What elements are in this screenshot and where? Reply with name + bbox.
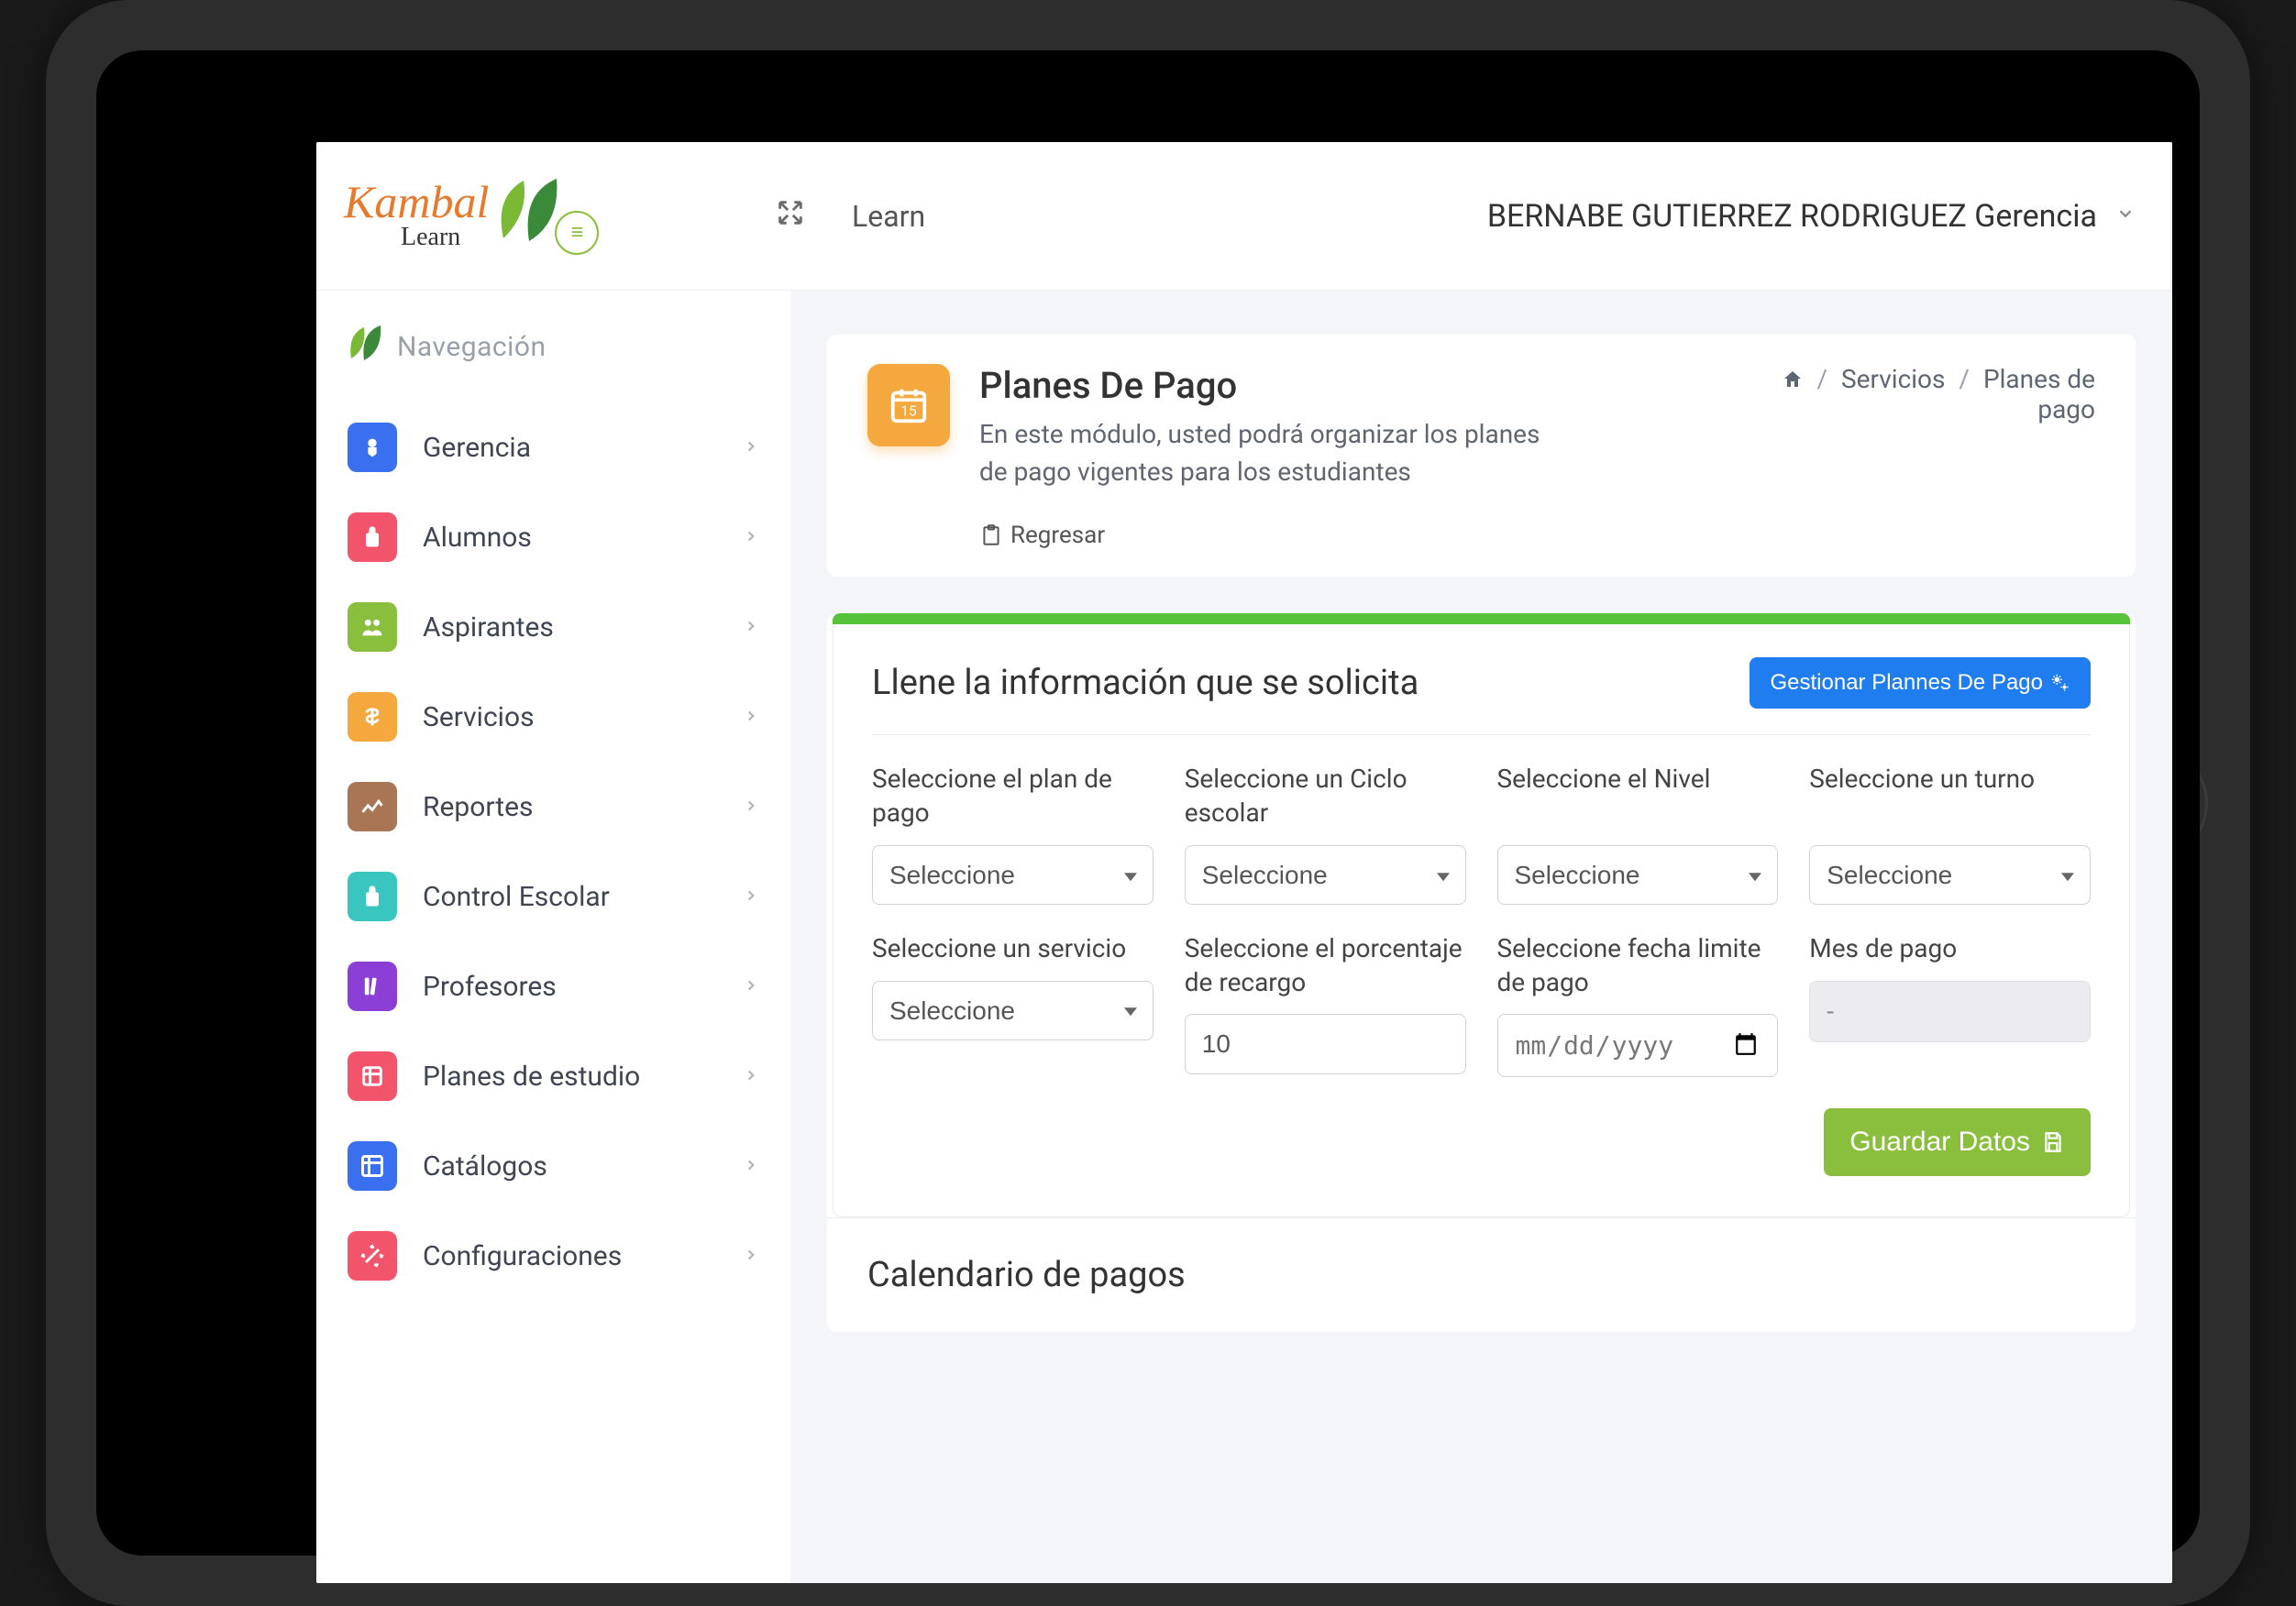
form-card: Llene la información que se solicita Ges…	[827, 613, 2136, 1332]
user-menu[interactable]: BERNABE GUTIERREZ RODRIGUEZ Gerencia	[1487, 198, 2136, 235]
sidebar-item-configuraciones[interactable]: Configuraciones	[335, 1211, 772, 1301]
nav-icon	[348, 1231, 397, 1281]
fecha-label: Seleccione fecha limite de pago	[1497, 932, 1779, 999]
save-button[interactable]: Guardar Datos	[1824, 1108, 2091, 1176]
sidebar-header: Navegación	[342, 322, 772, 371]
page-title: Planes De Pago	[979, 364, 1566, 407]
sidebar-item-profesores[interactable]: Profesores	[335, 941, 772, 1031]
gears-icon	[2050, 673, 2070, 693]
topbar: Kambal Learn ≡ Lear	[316, 142, 2172, 291]
form-title: Llene la información que se solicita	[872, 663, 1418, 703]
calendar-section-title: Calendario de pagos	[827, 1217, 2136, 1332]
plan-select[interactable]: Seleccione	[872, 845, 1154, 905]
sidebar-item-planes-de-estudio[interactable]: Planes de estudio	[335, 1031, 772, 1121]
chevron-down-icon	[2115, 204, 2136, 229]
sidebar-item-gerencia[interactable]: Gerencia	[335, 402, 772, 492]
clipboard-icon	[979, 523, 1003, 547]
nav-label: Planes de estudio	[423, 1061, 640, 1093]
chevron-right-icon	[743, 524, 759, 550]
recargo-label: Seleccione el porcentaje de recargo	[1185, 932, 1466, 999]
nav-label: Profesores	[423, 971, 557, 1003]
nav-icon	[348, 423, 397, 472]
page-subtitle: En este módulo, usted podrá organizar lo…	[979, 416, 1566, 490]
turno-label: Seleccione un turno	[1809, 763, 2091, 830]
nav-icon	[348, 692, 397, 742]
breadcrumb-home[interactable]	[1782, 364, 1810, 394]
nivel-label: Seleccione el Nivel	[1497, 763, 1779, 830]
brand-logo[interactable]: Kambal Learn ≡	[344, 173, 775, 259]
user-name: BERNABE GUTIERREZ RODRIGUEZ Gerencia	[1487, 198, 2097, 235]
hamburger-toggle-icon[interactable]: ≡	[555, 211, 599, 255]
chevron-right-icon	[743, 884, 759, 909]
sidebar-item-control-escolar[interactable]: Control Escolar	[335, 852, 772, 941]
sidebar: Navegación Gerencia Alumnos Aspirantes Serv…	[316, 291, 790, 1583]
breadcrumb-current: Planes de pago	[1983, 364, 2095, 424]
chevron-right-icon	[743, 1243, 759, 1269]
nav-label: Reportes	[423, 791, 533, 823]
page-header-card: 15 Planes De Pago En este módulo, usted …	[827, 335, 2136, 577]
nav-icon	[348, 1051, 397, 1101]
nav-icon	[348, 1141, 397, 1191]
nav-icon	[348, 512, 397, 562]
topbar-breadcrumb[interactable]: Learn	[852, 199, 925, 234]
plan-label: Seleccione el plan de pago	[872, 763, 1154, 830]
nav-icon	[348, 602, 397, 652]
svg-text:15: 15	[900, 403, 917, 420]
mes-readonly: -	[1809, 981, 2091, 1042]
recargo-input[interactable]	[1185, 1014, 1466, 1074]
servicio-select[interactable]: Seleccione	[872, 981, 1154, 1040]
main-content: 15 Planes De Pago En este módulo, usted …	[790, 291, 2172, 1583]
save-icon	[2041, 1130, 2065, 1154]
fullscreen-icon[interactable]	[775, 197, 806, 236]
calendar-icon: 15	[867, 364, 950, 446]
sidebar-item-reportes[interactable]: Reportes	[335, 762, 772, 852]
sidebar-item-aspirantes[interactable]: Aspirantes	[335, 582, 772, 672]
nivel-select[interactable]: Seleccione	[1497, 845, 1779, 905]
nav-label: Aspirantes	[423, 611, 554, 644]
breadcrumb-servicios[interactable]: Servicios	[1841, 364, 1945, 394]
tablet-inner-bezel: Kambal Learn ≡ Lear	[96, 50, 2200, 1556]
tablet-bezel: Kambal Learn ≡ Lear	[46, 0, 2250, 1606]
turno-select[interactable]: Seleccione	[1809, 845, 2091, 905]
nav-label: Gerencia	[423, 432, 531, 464]
ciclo-select[interactable]: Seleccione	[1185, 845, 1466, 905]
fecha-input[interactable]	[1497, 1014, 1779, 1077]
app-screen: Kambal Learn ≡ Lear	[316, 142, 2172, 1583]
brand-leaves-icon	[485, 170, 568, 256]
nav-icon	[348, 782, 397, 831]
nav-label: Control Escolar	[423, 881, 610, 913]
chevron-right-icon	[743, 1063, 759, 1089]
sidebar-item-alumnos[interactable]: Alumnos	[335, 492, 772, 582]
nav-icon	[348, 872, 397, 921]
leaf-icon	[342, 322, 384, 371]
servicio-label: Seleccione un servicio	[872, 932, 1154, 965]
chevron-right-icon	[743, 794, 759, 820]
chevron-right-icon	[743, 434, 759, 460]
nav-label: Alumnos	[423, 522, 532, 554]
chevron-right-icon	[743, 614, 759, 640]
chevron-right-icon	[743, 1153, 759, 1179]
ciclo-label: Seleccione un Ciclo escolar	[1185, 763, 1466, 830]
chevron-right-icon	[743, 704, 759, 730]
nav-label: Servicios	[423, 701, 535, 733]
brand-name: Kambal	[344, 175, 489, 228]
back-link[interactable]: Regresar	[979, 522, 2095, 549]
breadcrumb: / Servicios / Planes de pago	[1765, 364, 2095, 490]
nav-label: Configuraciones	[423, 1240, 622, 1272]
nav-label: Catálogos	[423, 1150, 547, 1182]
chevron-right-icon	[743, 974, 759, 999]
sidebar-item-catálogos[interactable]: Catálogos	[335, 1121, 772, 1211]
mes-label: Mes de pago	[1809, 932, 2091, 965]
sidebar-item-servicios[interactable]: Servicios	[335, 672, 772, 762]
manage-plans-button[interactable]: Gestionar Plannes De Pago	[1750, 657, 2091, 709]
accent-strip	[833, 613, 2130, 624]
nav-icon	[348, 962, 397, 1011]
